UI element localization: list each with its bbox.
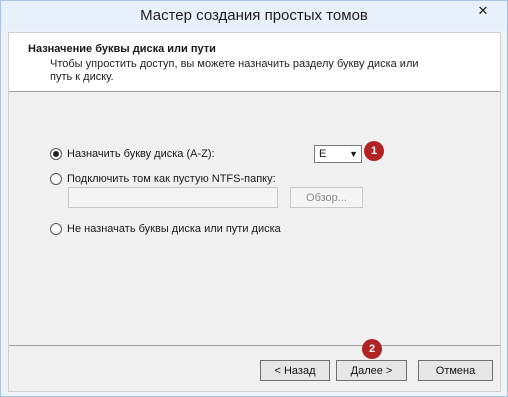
no-letter-radio[interactable] bbox=[50, 223, 62, 235]
assign-letter-label: Назначить букву диска (A-Z): bbox=[67, 148, 215, 160]
wizard-header: Назначение буквы диска или пути Чтобы уп… bbox=[9, 33, 500, 92]
assign-letter-radio[interactable] bbox=[50, 148, 62, 160]
page-title: Назначение буквы диска или пути bbox=[28, 43, 216, 55]
title-bar: Мастер создания простых томов ✕ bbox=[1, 1, 507, 31]
footer-separator bbox=[9, 345, 500, 346]
close-button[interactable]: ✕ bbox=[465, 1, 501, 21]
chevron-down-icon: ▼ bbox=[349, 149, 358, 159]
next-button[interactable]: Далее > bbox=[336, 360, 407, 381]
cancel-button[interactable]: Отмена bbox=[418, 360, 493, 381]
mount-folder-label: Подключить том как пустую NTFS-папку: bbox=[67, 173, 276, 185]
browse-button[interactable]: Обзор... bbox=[290, 187, 363, 208]
drive-letter-value: E bbox=[319, 148, 327, 160]
annotation-badge-2: 2 bbox=[362, 339, 382, 359]
mount-folder-radio[interactable] bbox=[50, 173, 62, 185]
no-letter-label: Не назначать буквы диска или пути диска bbox=[67, 223, 281, 235]
option-mount-folder[interactable]: Подключить том как пустую NTFS-папку: bbox=[50, 173, 276, 185]
folder-path-input[interactable] bbox=[68, 187, 278, 208]
option-no-letter[interactable]: Не назначать буквы диска или пути диска bbox=[50, 223, 281, 235]
close-icon: ✕ bbox=[477, 3, 489, 18]
window-title: Мастер создания простых томов bbox=[140, 7, 368, 24]
back-button[interactable]: < Назад bbox=[260, 360, 330, 381]
annotation-badge-1: 1 bbox=[364, 141, 384, 161]
drive-letter-select[interactable]: E ▼ bbox=[314, 145, 362, 163]
wizard-window: Мастер создания простых томов ✕ Назначен… bbox=[0, 0, 508, 397]
wizard-frame: Назначение буквы диска или пути Чтобы уп… bbox=[8, 32, 501, 392]
page-description: Чтобы упростить доступ, вы можете назнач… bbox=[50, 58, 419, 83]
option-assign-letter[interactable]: Назначить букву диска (A-Z): bbox=[50, 148, 215, 160]
